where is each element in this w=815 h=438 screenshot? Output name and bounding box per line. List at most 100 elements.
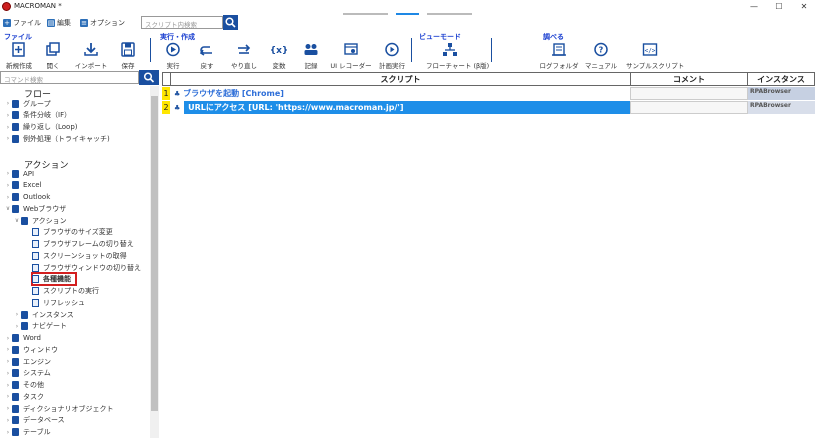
chevron-right-icon[interactable]: › xyxy=(4,170,12,177)
chevron-right-icon[interactable]: › xyxy=(4,382,12,389)
tree-item-category[interactable]: › Word xyxy=(4,333,41,344)
command-search-input[interactable]: コマンド検索 xyxy=(0,71,139,84)
scheduled-run-button-label: 計画実行 xyxy=(379,62,405,70)
folder-node-icon xyxy=(12,369,19,378)
instance-cell[interactable]: RPABrowser xyxy=(748,87,815,100)
chevron-right-icon[interactable]: › xyxy=(4,417,12,424)
flowchart-button[interactable]: フローチャート (β版) xyxy=(426,42,489,70)
tree-item-subgroup[interactable]: ∨ アクション xyxy=(13,215,67,226)
tree-item-category[interactable]: ∨ Webブラウザ xyxy=(4,203,66,214)
menu-file[interactable]: + ファイル xyxy=(3,18,41,28)
tree-item-category[interactable]: › Outlook xyxy=(4,192,50,203)
chevron-right-icon[interactable]: › xyxy=(4,393,12,400)
tree-item-category[interactable]: › ディクショナリオブジェクト xyxy=(4,403,114,414)
tree-item-category[interactable]: › システム xyxy=(4,368,51,379)
folder-node-icon xyxy=(12,123,19,131)
tree-item-category[interactable]: › データベース xyxy=(4,415,65,426)
chevron-down-icon[interactable]: ∨ xyxy=(4,205,12,212)
tree-item-flow[interactable]: › 例外処理（トライキャッチ) xyxy=(4,133,110,144)
tree-item-subgroup[interactable]: › インスタンス xyxy=(13,309,74,320)
record-button[interactable]: 記録 xyxy=(293,42,329,70)
app-logo-icon xyxy=(2,2,11,11)
tree-item-category[interactable]: › タスク xyxy=(4,391,44,402)
tree-item-action[interactable]: ブラウザウィンドウの切り替え xyxy=(32,262,141,273)
script-grid: スクリプト コメント インスタンス 1 ♣ ブラウザを起動 [Chrome] R… xyxy=(162,72,815,438)
instance-cell[interactable]: RPABrowser xyxy=(748,101,815,114)
tree-item-flow-label: 例外処理（トライキャッチ) xyxy=(23,134,110,143)
tree-item-category[interactable]: › その他 xyxy=(4,380,44,391)
chevron-right-icon[interactable]: › xyxy=(4,370,12,377)
tree-item-category-label: API xyxy=(23,169,35,178)
chevron-right-icon[interactable]: › xyxy=(4,124,12,131)
tree-item-action-label: スクリーンショットの取得 xyxy=(43,251,127,260)
tree-item-action[interactable]: ブラウザのサイズ変更 xyxy=(32,227,113,238)
chevron-right-icon[interactable]: › xyxy=(13,323,21,330)
chevron-right-icon[interactable]: › xyxy=(4,100,12,107)
scrollbar-thumb[interactable] xyxy=(151,96,158,411)
script-column-header[interactable]: スクリプト xyxy=(170,72,631,86)
tree-item-category[interactable]: › Excel xyxy=(4,180,42,191)
comment-cell[interactable] xyxy=(630,101,748,114)
chevron-right-icon[interactable]: › xyxy=(4,335,12,342)
download-icon xyxy=(84,43,98,56)
script-search-input[interactable]: スクリプト内検索 xyxy=(141,16,223,29)
tree-item-flow[interactable]: › 条件分岐（IF） xyxy=(4,110,71,121)
flowchart-icon xyxy=(443,43,457,56)
tree-item-category[interactable]: › ウィンドウ xyxy=(4,344,58,355)
chevron-right-icon[interactable]: › xyxy=(4,358,12,365)
tree-item-category-label: Word xyxy=(23,334,41,342)
command-search-button[interactable] xyxy=(139,70,159,85)
script-cell-selected[interactable]: ♣ URLにアクセス [URL: 'https://www.macroman.j… xyxy=(170,101,630,114)
close-button[interactable]: ✕ xyxy=(796,1,812,13)
script-text: URLにアクセス [URL: 'https://www.macroman.jp/… xyxy=(184,101,630,114)
chevron-right-icon[interactable]: › xyxy=(13,311,21,318)
open-button[interactable]: 開く xyxy=(35,42,71,70)
comment-cell[interactable] xyxy=(630,87,748,100)
help-icon: ? xyxy=(594,42,608,57)
script-search-button[interactable] xyxy=(223,15,238,30)
tree-item-action[interactable]: リフレッシュ xyxy=(32,297,85,308)
tree-item-subgroup[interactable]: › ナビゲート xyxy=(13,321,67,332)
menu-edit[interactable]: ▤ 編集 xyxy=(47,18,71,28)
instance-column-header[interactable]: インスタンス xyxy=(747,72,815,86)
chevron-right-icon[interactable]: › xyxy=(4,405,12,412)
tree-scrollbar[interactable] xyxy=(150,86,159,438)
edit-icon: ▤ xyxy=(47,19,55,27)
scheduled-run-button[interactable]: 計画実行 xyxy=(374,42,410,70)
log-folder-button[interactable]: ログフォルダ xyxy=(540,42,579,70)
ui-recorder-button[interactable]: UI レコーダー xyxy=(330,42,372,70)
chevron-right-icon[interactable]: › xyxy=(4,182,12,189)
save-button[interactable]: 保存 xyxy=(110,42,146,70)
chevron-down-icon[interactable]: ∨ xyxy=(13,217,21,224)
chevron-right-icon[interactable]: › xyxy=(4,346,12,353)
tree-item-action[interactable]: 各種機能 xyxy=(32,274,71,285)
tree-item-category[interactable]: › API xyxy=(4,168,34,179)
chevron-right-icon[interactable]: › xyxy=(4,135,12,142)
script-cell[interactable]: ♣ ブラウザを起動 [Chrome] xyxy=(170,87,630,100)
play-circle-icon xyxy=(166,42,180,57)
manual-button[interactable]: ? マニュアル xyxy=(583,42,619,70)
comment-column-header[interactable]: コメント xyxy=(630,72,748,86)
chevron-right-icon[interactable]: › xyxy=(4,429,12,436)
tree-item-category[interactable]: › エンジン xyxy=(4,356,51,367)
menu-options[interactable]: ≡ オプション xyxy=(80,18,125,28)
minimize-button[interactable]: — xyxy=(746,1,762,13)
tree-item-flow[interactable]: › 繰り返し（Loop) xyxy=(4,122,78,133)
window-title: MACROMAN * xyxy=(14,2,62,10)
folder-node-icon xyxy=(12,404,19,413)
sample-scripts-button[interactable]: </> サンプルスクリプト xyxy=(626,42,684,70)
maximize-button[interactable]: ☐ xyxy=(771,1,787,13)
folder-node-icon xyxy=(12,169,19,178)
tree-item-action[interactable]: スクリプトの実行 xyxy=(32,286,99,297)
tree-item-action[interactable]: ブラウザフレームの切り替え xyxy=(32,239,134,250)
tree-item-action[interactable]: スクリーンショットの取得 xyxy=(32,250,127,261)
chevron-right-icon[interactable]: › xyxy=(4,194,12,201)
folder-node-icon xyxy=(12,181,19,190)
tree-item-subgroup-label: アクション xyxy=(32,216,67,225)
folder-node-icon xyxy=(12,204,19,213)
tree-item-flow[interactable]: › グループ xyxy=(4,98,51,109)
folder-node-icon xyxy=(21,322,28,331)
menu-options-label: オプション xyxy=(90,19,125,27)
tree-item-category[interactable]: › テーブル xyxy=(4,427,51,438)
chevron-right-icon[interactable]: › xyxy=(4,112,12,119)
